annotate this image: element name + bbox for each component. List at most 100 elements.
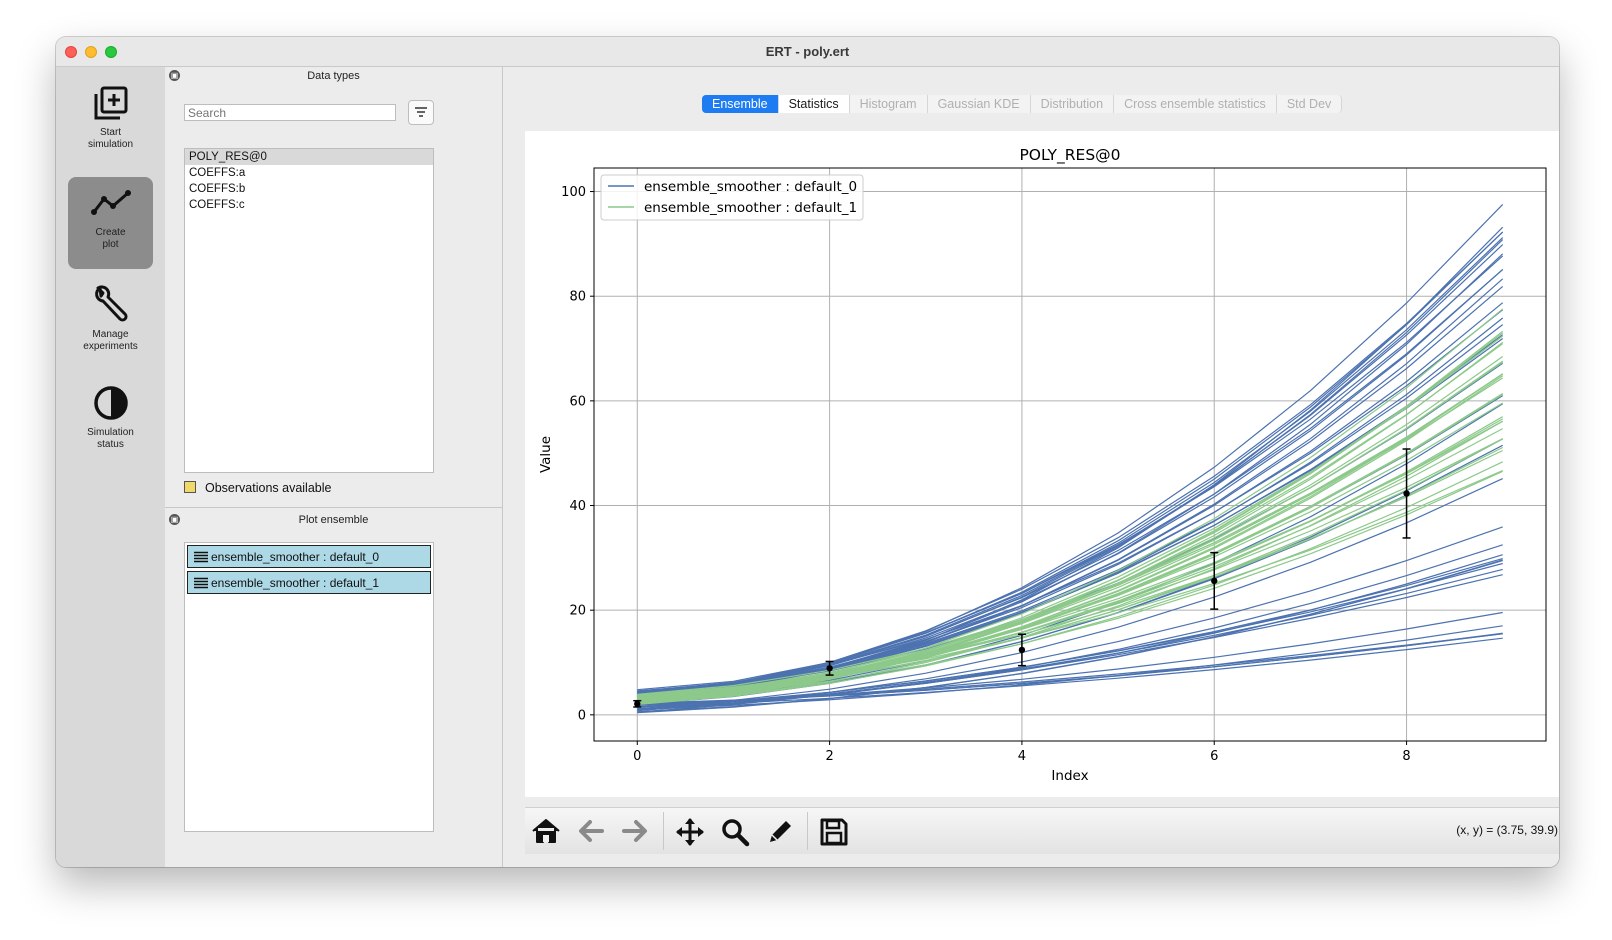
magnifier-icon [722, 819, 750, 847]
series-line [637, 239, 1504, 692]
data-types-header: ▣ Data types [165, 67, 502, 85]
x-axis-label: Index [1051, 768, 1088, 784]
list-item[interactable]: COEFFS:a [185, 165, 433, 181]
pencil-icon [770, 821, 791, 842]
observation-point [826, 665, 833, 672]
series-line [637, 393, 1504, 701]
zoom-button[interactable] [720, 817, 750, 847]
tab-std-dev[interactable]: Std Dev [1276, 95, 1343, 113]
observation-point [634, 700, 641, 708]
start-simulation-button[interactable]: Start simulation [68, 77, 153, 169]
coordinate-readout: (x, y) = (3.75, 39.9) [1456, 823, 1558, 837]
observations-label: Observations available [205, 481, 332, 495]
plot-area: Ensemble Statistics Histogram Gaussian K… [503, 67, 1559, 867]
app-window: ERT - poly.ert Start simulation Create p… [56, 37, 1559, 867]
list-item[interactable]: COEFFS:c [185, 197, 433, 213]
drag-handle-icon[interactable] [194, 574, 208, 597]
observation-point [1211, 577, 1218, 585]
x-tick-label: 8 [1402, 749, 1410, 764]
ensemble-item[interactable]: ensemble_smoother : default_0 [187, 545, 431, 568]
search-input[interactable] [184, 104, 396, 121]
filter-button[interactable] [408, 100, 434, 125]
ensemble-item[interactable]: ensemble_smoother : default_1 [187, 571, 431, 594]
simulation-status-label-2: status [97, 439, 124, 450]
half-circle-icon [93, 386, 128, 420]
tab-statistics[interactable]: Statistics [778, 95, 850, 113]
series-line [637, 373, 1504, 698]
plot-toolbar: (x, y) = (3.75, 39.9) [525, 807, 1559, 854]
observation-point [1018, 646, 1026, 654]
title-bar: ERT - poly.ert [56, 37, 1559, 67]
start-simulation-label-1: Start [99, 127, 122, 138]
line-chart-icon [90, 190, 131, 215]
start-simulation-label-2: simulation [87, 139, 134, 150]
x-tick-label: 2 [825, 749, 833, 764]
window-title: ERT - poly.ert [765, 44, 850, 59]
plot-canvas[interactable]: 0 2 4 6 8 0 20 40 60 80 100 POLY_RES@0 Index Value en… [525, 131, 1559, 797]
filter-icon [415, 107, 427, 117]
create-plot-label-1: Create [95, 227, 126, 238]
pan-button[interactable] [675, 817, 705, 846]
series-line [637, 231, 1504, 697]
manage-experiments-label-2: experiments [83, 341, 138, 352]
series-line [637, 403, 1504, 699]
back-button[interactable] [576, 817, 606, 845]
list-item[interactable]: POLY_RES@0 [185, 149, 433, 165]
home-button[interactable] [531, 817, 561, 845]
edit-axis-button[interactable] [765, 817, 795, 845]
series-line [637, 420, 1503, 699]
manage-experiments-button[interactable]: Manage experiments [68, 277, 153, 369]
arrow-right-icon [622, 820, 647, 842]
add-box-icon [94, 86, 127, 120]
create-plot-button[interactable]: Create plot [68, 177, 153, 269]
save-figure-button[interactable] [819, 817, 849, 846]
ensemble-item-label: ensemble_smoother : default_0 [211, 550, 380, 564]
legend-label: ensemble_smoother : default_0 [644, 179, 857, 195]
series-line [637, 231, 1504, 695]
data-types-list: POLY_RES@0 COEFFS:a COEFFS:b COEFFS:c [184, 148, 434, 473]
list-item[interactable]: COEFFS:b [185, 181, 433, 197]
series-line [637, 268, 1504, 693]
y-tick-label: 80 [569, 290, 586, 305]
plot-ensemble-title: Plot ensemble [298, 514, 369, 526]
home-icon [532, 819, 560, 843]
ensemble-chart[interactable]: 0 2 4 6 8020406080100POLY_RES@0IndexValue en… [525, 131, 1559, 797]
drag-handle-icon[interactable] [194, 548, 208, 571]
manage-experiments-label-1: Manage [92, 329, 129, 340]
series-line [637, 285, 1504, 699]
tab-cross-ensemble-statistics[interactable]: Cross ensemble statistics [1114, 95, 1277, 113]
minimize-window-button[interactable] [85, 46, 97, 58]
chart-title: POLY_RES@0 [1019, 146, 1120, 165]
series-line [637, 392, 1504, 705]
y-tick-label: 100 [561, 185, 586, 200]
series-line [637, 356, 1504, 698]
series-line [637, 255, 1504, 695]
maximize-window-button[interactable] [105, 46, 117, 58]
simulation-status-button[interactable]: Simulation status [68, 377, 153, 469]
sidebar: Start simulation Create plot Manage expe… [56, 67, 165, 867]
forward-button[interactable] [620, 817, 650, 845]
tab-distribution[interactable]: Distribution [1030, 95, 1115, 113]
panel-divider [165, 507, 502, 508]
series-line [637, 338, 1504, 697]
arrow-left-icon [579, 820, 604, 842]
float-panel-icon[interactable]: ▣ [169, 514, 180, 525]
plot-ensemble-list: ensemble_smoother : default_0 ensemble_s… [184, 542, 434, 832]
wrench-icon [94, 285, 128, 322]
legend-label: ensemble_smoother : default_1 [644, 200, 857, 216]
close-window-button[interactable] [65, 46, 77, 58]
observation-point [1403, 490, 1410, 497]
tab-ensemble[interactable]: Ensemble [702, 95, 779, 113]
y-tick-label: 0 [578, 708, 586, 723]
side-panels: ▣ Data types POLY_RES@0 COEFFS:a COEFFS:… [165, 67, 503, 867]
float-panel-icon[interactable]: ▣ [169, 70, 180, 81]
plot-tabs: Ensemble Statistics Histogram Gaussian K… [702, 95, 1343, 113]
y-tick-label: 20 [569, 604, 586, 619]
tab-gaussian-kde[interactable]: Gaussian KDE [927, 95, 1031, 113]
series-line [637, 438, 1503, 697]
observations-swatch [184, 481, 196, 493]
toolbar-separator [663, 812, 664, 850]
x-tick-label: 4 [1018, 749, 1026, 764]
x-tick-label: 0 [633, 749, 641, 764]
tab-histogram[interactable]: Histogram [849, 95, 928, 113]
